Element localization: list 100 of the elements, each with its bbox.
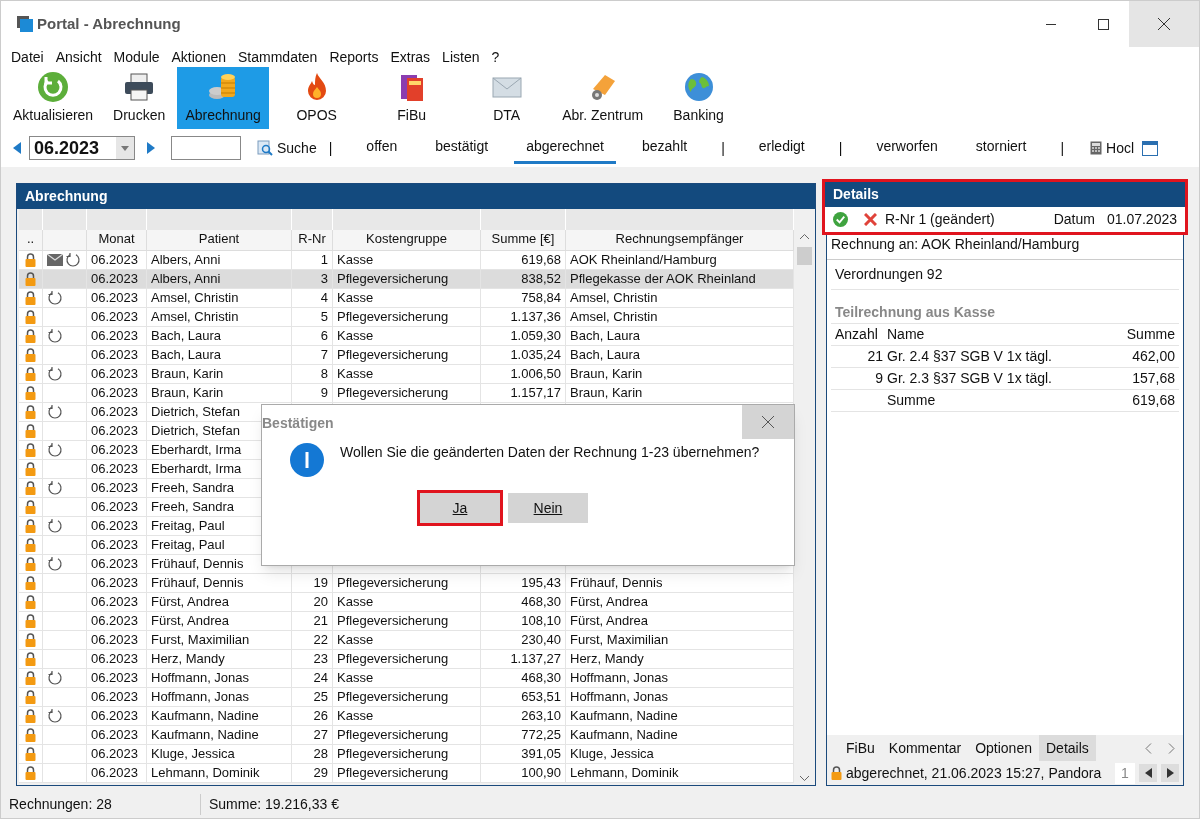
filter-tab[interactable]: erledigt (746, 132, 817, 164)
lock-icon (25, 481, 36, 495)
next-page-button[interactable] (1161, 764, 1179, 782)
filter-tab[interactable]: bezahlt (630, 132, 700, 164)
table-row[interactable]: 06.2023 Kaufmann, Nadine 26 Kasse 263,10 Kaufmann, Nadine (19, 707, 794, 726)
refresh-icon (47, 290, 63, 306)
table-cell-text: 24 (313, 669, 328, 688)
toolbar-button[interactable]: OPOS (269, 67, 365, 129)
previous-page-button[interactable] (1139, 764, 1157, 782)
table-row[interactable]: 06.2023 Frühauf, Dennis 19 Pflegeversicherung 195,43 Frühauf, Dennis (19, 574, 794, 593)
previous-arrow-icon[interactable] (13, 142, 21, 154)
filter-tab[interactable]: abgerechnet (514, 132, 616, 164)
table-cell-text: Braun, Karin (570, 365, 643, 384)
table-row[interactable]: 06.2023 Kaufmann, Nadine 27 Pflegeversicherung 772,25 Kaufmann, Nadine (19, 726, 794, 745)
refresh-icon (47, 404, 63, 420)
menu-item[interactable]: Extras (384, 46, 437, 68)
table-row[interactable]: 06.2023 Hoffmann, Jonas 24 Kasse 468,30 Hoffmann, Jonas (19, 669, 794, 688)
table-cell: 9 (875, 370, 883, 386)
table-cell-text: 06.2023 (91, 631, 138, 650)
menu-item[interactable]: Module (107, 46, 166, 68)
table-cell-text: Kasse (337, 251, 374, 270)
chevron-left-icon[interactable] (1145, 742, 1152, 754)
table-row[interactable]: 06.2023 Hoffmann, Jonas 25 Pflegeversicherung 653,51 Hoffmann, Jonas (19, 688, 794, 707)
search-button[interactable]: Suche (257, 137, 317, 159)
dialog-button[interactable]: Nein (508, 493, 588, 523)
table-cell-text: 26 (313, 707, 328, 726)
table-row[interactable]: 06.2023 Bach, Laura 6 Kasse 1.059,30 Bach, Laura (19, 327, 794, 346)
table-row[interactable]: 06.2023 Braun, Karin 8 Kasse 1.006,50 Braun, Karin (19, 365, 794, 384)
close-button[interactable] (742, 405, 794, 439)
toolbar-button[interactable]: Aktualisieren (5, 67, 102, 129)
table-row[interactable]: 06.2023 Fürst, Andrea 20 Kasse 468,30 Fürst, Andrea (19, 593, 794, 612)
panel-tab[interactable]: FiBu (839, 735, 882, 761)
table-row[interactable]: 06.2023 Kluge, Jessica 28 Pflegeversicherung 391,05 Kluge, Jessica (19, 745, 794, 764)
menu-item[interactable]: Datei (5, 46, 50, 68)
minimize-icon (1046, 23, 1056, 25)
filter-tab[interactable]: bestätigt (423, 132, 501, 164)
cross-icon[interactable] (864, 213, 877, 226)
menu-item[interactable]: ? (485, 46, 506, 68)
toolbar-button[interactable]: Abr. Zentrum (554, 67, 652, 129)
table-row[interactable]: 06.2023 Braun, Karin 9 Pflegeversicherung 1.157,17 Braun, Karin (19, 384, 794, 403)
scrollbar-thumb[interactable] (797, 247, 812, 265)
panel-tab[interactable]: Kommentar (881, 735, 969, 761)
panel-tab[interactable]: Optionen (968, 735, 1039, 761)
filter-tab[interactable]: offen (354, 132, 410, 164)
table-cell-text: Pflegeversicherung (337, 270, 449, 289)
lock-icon (25, 348, 36, 362)
table-cell-text: 391,05 (521, 745, 561, 764)
table-cell-text: Pflegeversicherung (337, 346, 449, 365)
menu-item[interactable]: Reports (323, 46, 385, 68)
panel-header: Details (825, 182, 1185, 207)
filter-tab[interactable]: verworfen (864, 132, 950, 164)
table-cell-text: 838,52 (521, 270, 561, 289)
table-row[interactable]: 06.2023 Bach, Laura 7 Pflegeversicherung 1.035,24 Bach, Laura (19, 346, 794, 365)
toolbar-button[interactable]: Abrechnung (177, 67, 270, 129)
table-cell: 21 (867, 348, 883, 364)
table-cell-text: 6 (320, 327, 328, 346)
table-cell-text: AOK Rheinland/Hamburg (570, 251, 717, 270)
table-cell-text: Kasse (337, 327, 374, 346)
lock-icon (25, 671, 36, 685)
table-cell-text: Gr. 2.3 §37 SGB V 1x tägl. (887, 369, 1052, 388)
close-button[interactable] (1129, 1, 1199, 47)
period-dropdown[interactable]: 06.2023 (29, 136, 135, 160)
lock-icon (25, 329, 36, 343)
chevron-right-icon[interactable] (1168, 742, 1175, 754)
app-icon (17, 16, 33, 32)
table-row[interactable]: 06.2023 Furst, Maximilian 22 Kasse 230,40 Furst, Maximilian (19, 631, 794, 650)
calculator-button[interactable]: Hocl (1086, 137, 1135, 159)
check-icon[interactable] (833, 212, 848, 227)
table-cell-text: Eberhardt, Irma (151, 441, 242, 460)
table-cell-text: Hoffmann, Jonas (151, 688, 250, 707)
dialog-message: Wollen Sie die geänderten Daten der Rechnung 1-23 übernehmen? (340, 442, 760, 462)
dialog-button[interactable]: Ja (420, 493, 500, 523)
info-icon (290, 443, 324, 477)
table-row[interactable]: 06.2023 Fürst, Andrea 21 Pflegeversicherung 108,10 Fürst, Andrea (19, 612, 794, 631)
table-row[interactable]: 06.2023 Amsel, Christin 4 Kasse 758,84 Amsel, Christin (19, 289, 794, 308)
menu-item[interactable]: Aktionen (165, 46, 232, 68)
search-field[interactable] (171, 136, 241, 160)
table-cell-text: 1.059,30 (510, 327, 561, 346)
next-arrow-icon[interactable] (147, 142, 155, 154)
table-row[interactable]: 06.2023 Albers, Anni 3 Pflegeversicherung 838,52 Pflegekasse der AOK Rheinland (19, 270, 794, 289)
menu-item[interactable]: Listen (436, 46, 486, 68)
search-icon (257, 140, 273, 156)
table-cell-text: Pflegeversicherung (337, 384, 449, 403)
toolbar-button[interactable]: Drucken (101, 67, 178, 129)
menu-item[interactable]: Stammdaten (232, 46, 324, 68)
table-row[interactable]: 06.2023 Amsel, Christin 5 Pflegeversicherung 1.137,36 Amsel, Christin (19, 308, 794, 327)
right-triangle-icon (1166, 768, 1174, 778)
table-row[interactable]: 06.2023 Herz, Mandy 23 Pflegeversicherung 1.137,27 Herz, Mandy (19, 650, 794, 669)
toolbar-button[interactable]: DTA (459, 67, 555, 129)
table-row[interactable]: 06.2023 Albers, Anni 1 Kasse 619,68 AOK Rheinland/Hamburg (19, 251, 794, 270)
menu-item[interactable]: Ansicht (49, 46, 108, 68)
table-cell-text: 06.2023 (91, 365, 138, 384)
toolbar-button[interactable]: Banking (651, 67, 747, 129)
toolbar-button[interactable]: FiBu (364, 67, 460, 129)
panel-tab[interactable]: Details (1039, 735, 1096, 761)
table-cell-text: Fürst, Andrea (570, 593, 649, 612)
window-icon[interactable] (1142, 140, 1159, 156)
table-row[interactable]: 06.2023 Lehmann, Dominik 29 Pflegeversicherung 100,90 Lehmann, Dominik (19, 764, 794, 783)
filter-tab[interactable]: storniert (963, 132, 1039, 164)
filter-row[interactable] (19, 209, 794, 230)
